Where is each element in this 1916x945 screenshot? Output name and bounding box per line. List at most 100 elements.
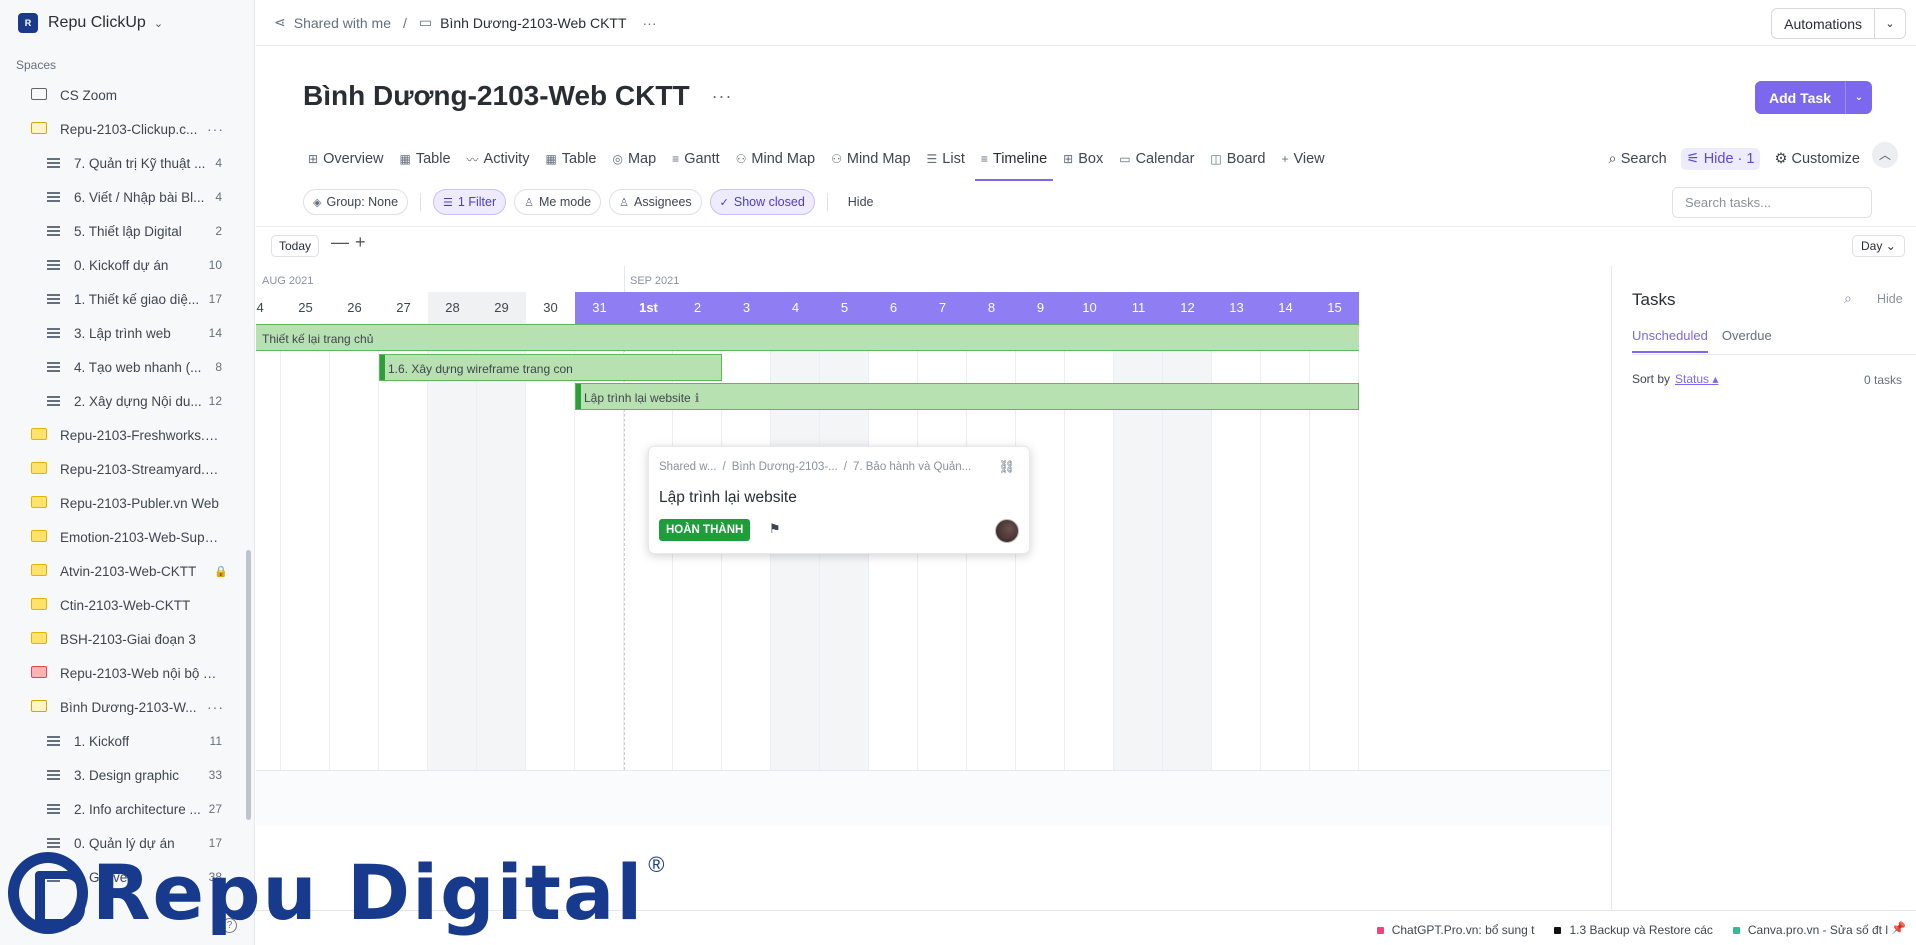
- task-card-crumb[interactable]: Bình Dương-2103-...: [732, 461, 838, 473]
- sidebar-folder[interactable]: Ctin-2103-Web-CKTT: [0, 588, 250, 622]
- sidebar-item-label: 7. Quản trị Kỹ thuật ...: [74, 155, 206, 171]
- title-more-button[interactable]: ···: [712, 86, 733, 107]
- timeline-task-bar[interactable]: 1.6. Xây dựng wireframe trang con: [379, 354, 722, 381]
- breadcrumb-folder[interactable]: Bình Dương-2103-Web CKTT: [440, 15, 626, 31]
- scale-select[interactable]: Day ⌄: [1852, 235, 1905, 257]
- sidebar-list[interactable]: 1. Thiết kế giao diệ... 17: [0, 282, 250, 316]
- sidebar-list[interactable]: 3. Lập trình web 14: [0, 316, 250, 350]
- show-closed-chip[interactable]: ✓ Show closed: [709, 189, 815, 215]
- tab-mind-map[interactable]: ⚇ Mind Map: [831, 139, 910, 179]
- tab-table[interactable]: ▦ Table: [400, 139, 451, 179]
- tab-overdue[interactable]: Overdue: [1722, 328, 1772, 353]
- search-icon[interactable]: ⌕: [1844, 290, 1852, 307]
- add-task-button[interactable]: Add Task ⌄: [1755, 81, 1872, 114]
- timeline-task-bar[interactable]: Thiết kế lại trang chủ: [256, 324, 1359, 351]
- sidebar-list[interactable]: 5. Thiết lập Digital 2: [0, 214, 250, 248]
- link-icon[interactable]: ⛓: [998, 459, 1015, 475]
- tab-activity[interactable]: 〰 Activity: [467, 139, 530, 179]
- tray-task-item[interactable]: ChatGPT.Pro.vn: bổ sung t: [1376, 923, 1534, 937]
- folder-icon: [30, 665, 48, 681]
- me-mode-chip[interactable]: ♙ Me mode: [514, 189, 602, 215]
- folder-icon: [30, 631, 48, 647]
- task-hover-card[interactable]: Shared w... / Bình Dương-2103-... / 7. Bảo h…: [648, 446, 1030, 554]
- drag-handle[interactable]: [576, 384, 581, 409]
- tab-view[interactable]: + View: [1281, 139, 1324, 179]
- sidebar-list[interactable]: 4. Tạo web nhanh (... 8: [0, 350, 250, 384]
- task-card-title[interactable]: Lập trình lại website: [659, 489, 797, 507]
- sidebar-folder[interactable]: Repu-2103-Freshworks.co...: [0, 418, 250, 452]
- search-tasks-input[interactable]: Search tasks...: [1672, 187, 1872, 218]
- sidebar-folder[interactable]: Repu-2103-Clickup.c... ···: [0, 112, 250, 146]
- status-badge[interactable]: HOÀN THÀNH: [659, 519, 751, 541]
- tab-map[interactable]: ◎ Map: [612, 139, 656, 179]
- sidebar-list[interactable]: 6. Viết / Nhập bài Bl... 4: [0, 180, 250, 214]
- sidebar-folder[interactable]: Repu-2103-Web nội bộ Te...: [0, 656, 250, 690]
- tab-box[interactable]: ⊞ Box: [1063, 139, 1103, 179]
- tab-board[interactable]: ◫ Board: [1210, 139, 1265, 179]
- hide-fields-button[interactable]: ⚟ Hide · 1: [1680, 148, 1761, 170]
- customize-button[interactable]: ⚙ Customize: [1774, 151, 1860, 167]
- sidebar-folder[interactable]: Bình Dương-2103-W... ···: [0, 690, 250, 724]
- tab-mind-map[interactable]: ⚇ Mind Map: [736, 139, 815, 179]
- tray-task-item[interactable]: Canva.pro.vn - Sửa số đt l: [1732, 923, 1888, 937]
- search-icon: ⌕: [1608, 151, 1617, 167]
- collapse-header-button[interactable]: ︿: [1872, 142, 1898, 168]
- task-card-crumb[interactable]: 7. Bảo hành và Quản...: [853, 461, 971, 473]
- sidebar-folder[interactable]: BSH-2103-Giai đoạn 3: [0, 622, 250, 656]
- repu-digital-watermark: Repu Digital ®: [8, 848, 665, 938]
- chevron-down-icon[interactable]: ⌄: [1875, 17, 1905, 30]
- info-icon: ℹ: [694, 391, 700, 405]
- tab-gantt[interactable]: ≡ Gantt: [672, 139, 719, 179]
- tab-table[interactable]: ▦ Table: [545, 139, 596, 179]
- automations-label[interactable]: Automations: [1772, 9, 1875, 38]
- tab-timeline[interactable]: ≡ Timeline: [974, 139, 1054, 181]
- today-button[interactable]: Today: [271, 235, 320, 257]
- add-task-label[interactable]: Add Task: [1755, 81, 1846, 114]
- more-icon[interactable]: ···: [207, 121, 224, 137]
- day-column: [379, 324, 428, 770]
- hide-panel-button[interactable]: Hide: [1877, 292, 1903, 306]
- hide-filter-button[interactable]: Hide: [840, 195, 882, 209]
- sidebar-folder[interactable]: CS Zoom: [0, 78, 250, 112]
- view-search-button[interactable]: ⌕ Search: [1609, 151, 1667, 167]
- sidebar-folder[interactable]: Emotion-2103-Web-Supcr...: [0, 520, 250, 554]
- view-icon: ▦: [399, 152, 411, 166]
- sidebar-scrollbar[interactable]: [246, 550, 251, 820]
- sidebar-folder[interactable]: Repu-2103-Publer.vn Web: [0, 486, 250, 520]
- sidebar-list[interactable]: 0. Kickoff dự án 10: [0, 248, 250, 282]
- zoom-in-button[interactable]: +: [355, 232, 366, 253]
- gear-icon: ⚙: [1774, 151, 1788, 167]
- sidebar-list[interactable]: 2. Xây dựng Nội du... 12: [0, 384, 250, 418]
- group-by-chip[interactable]: ◈ Group: None: [303, 189, 409, 215]
- task-card-crumb[interactable]: Shared w...: [659, 461, 717, 473]
- flag-icon[interactable]: ⚑: [769, 521, 781, 537]
- tab-overview[interactable]: ⊞ Overview: [308, 139, 384, 179]
- chevron-down-icon[interactable]: ⌄: [1846, 92, 1872, 103]
- sidebar-folder[interactable]: Atvin-2103-Web-CKTT 🔒: [0, 554, 250, 588]
- avatar[interactable]: [995, 519, 1019, 543]
- sidebar-list[interactable]: 7. Quản trị Kỹ thuật ... 4: [0, 146, 250, 180]
- tab-list[interactable]: ☰ List: [927, 139, 965, 179]
- tab-unscheduled[interactable]: Unscheduled: [1632, 328, 1708, 353]
- users-icon: ♙: [619, 196, 629, 209]
- automations-button[interactable]: Automations ⌄: [1771, 8, 1906, 39]
- sidebar-folder[interactable]: Repu-2103-Streamyard.co...: [0, 452, 250, 486]
- sidebar-list[interactable]: 1. Kickoff 11: [0, 724, 250, 758]
- workspace-switcher[interactable]: R Repu ClickUp ⌄: [0, 0, 254, 46]
- breadcrumb-more-button[interactable]: ···: [643, 15, 657, 31]
- tab-calendar[interactable]: ▭ Calendar: [1119, 139, 1194, 179]
- filter-chip[interactable]: ☰ 1 Filter: [433, 189, 507, 215]
- assignees-chip[interactable]: ♙ Assignees: [609, 189, 702, 215]
- pin-icon[interactable]: 📌: [1891, 921, 1906, 935]
- sort-control[interactable]: Sort by Status ▴: [1632, 372, 1718, 386]
- sidebar-list[interactable]: 3. Design graphic 33: [0, 758, 250, 792]
- sidebar-list[interactable]: 2. Info architecture ... 27: [0, 792, 250, 826]
- breadcrumb-shared[interactable]: Shared with me: [294, 15, 391, 31]
- timeline-task-bar[interactable]: Lập trình lại website ℹ: [575, 383, 1359, 410]
- timeline-footer: [256, 770, 1610, 826]
- tray-task-item[interactable]: 1.3 Backup và Restore các: [1554, 923, 1713, 937]
- drag-handle[interactable]: [380, 355, 385, 380]
- zoom-out-button[interactable]: —: [331, 232, 349, 253]
- more-icon[interactable]: ···: [207, 699, 224, 715]
- sort-status-link[interactable]: Status ▴: [1675, 372, 1718, 386]
